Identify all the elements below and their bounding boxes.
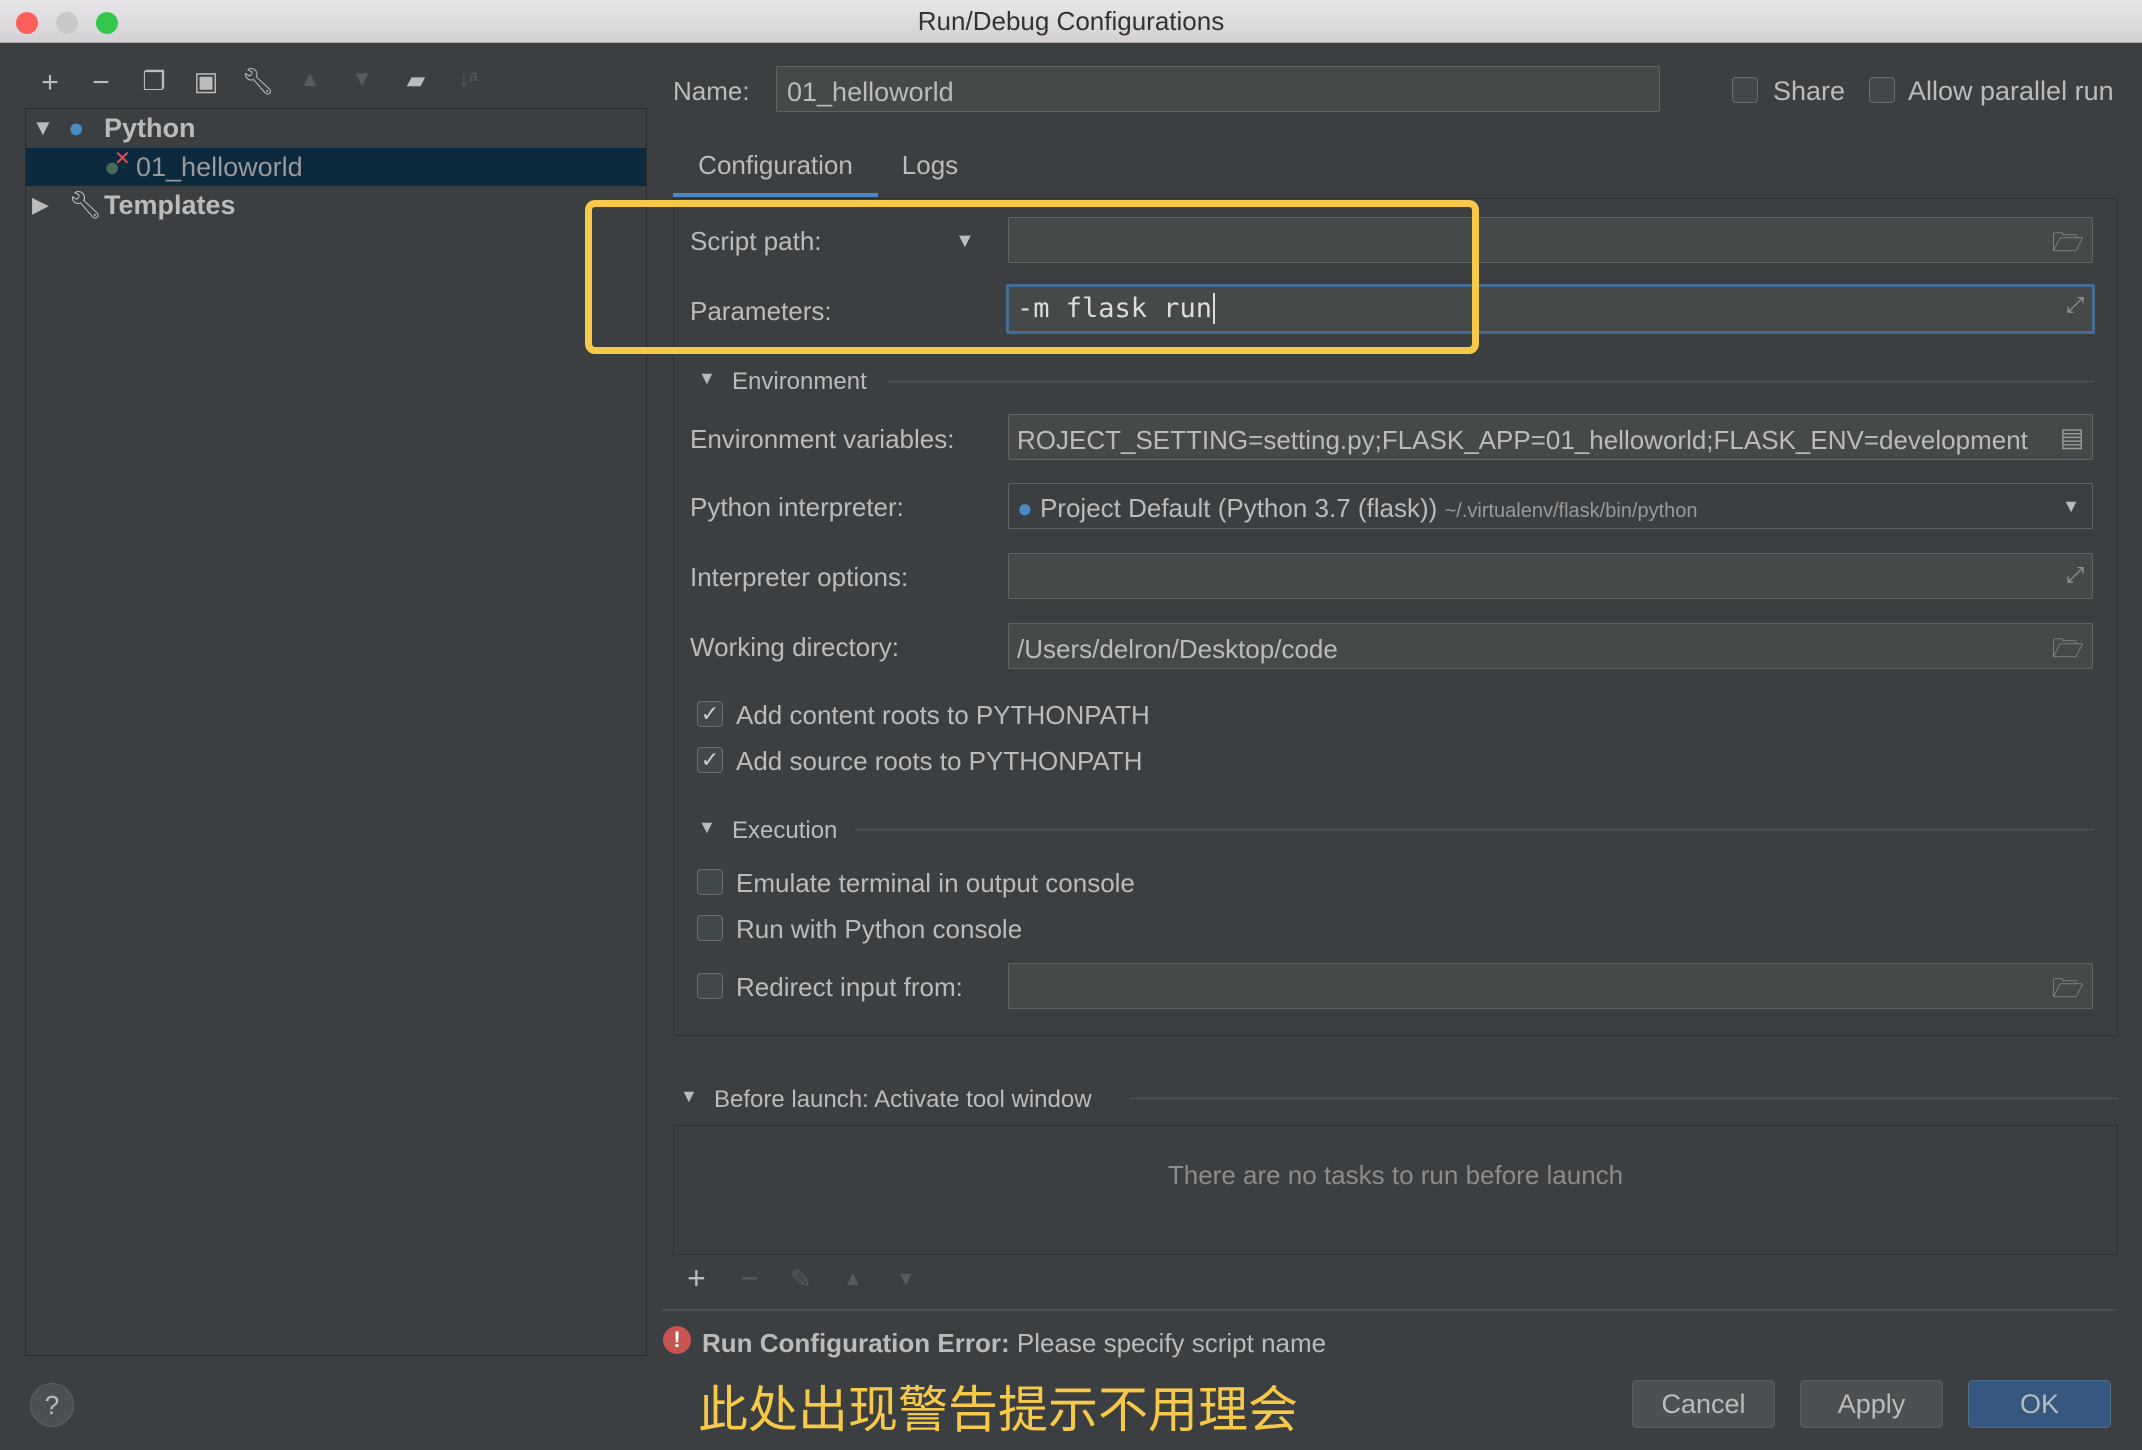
interpreter-path: ~/.virtualenv/flask/bin/python xyxy=(1444,500,1698,522)
allow-parallel-label: Allow parallel run xyxy=(1908,76,2114,106)
ok-button[interactable]: OK xyxy=(1968,1380,2111,1428)
edit-list-icon[interactable]: ▤ xyxy=(2052,415,2092,459)
folder-icon[interactable]: 🗁 xyxy=(2052,224,2084,268)
tab-logs[interactable]: Logs xyxy=(880,145,980,197)
folder-icon[interactable]: 🗁 xyxy=(2052,630,2084,674)
expand-icon[interactable]: ⤢ xyxy=(2066,562,2084,588)
wrench-icon[interactable]: 🔧︎ xyxy=(240,66,276,97)
interp-options-input[interactable]: ⤢ xyxy=(1008,553,2093,599)
expand-arrow-icon[interactable]: ▼ xyxy=(32,109,54,147)
env-vars-input[interactable]: ROJECT_SETTING=setting.py;FLASK_APP=01_h… xyxy=(1008,414,2093,460)
environment-section-header: Environment xyxy=(732,368,867,395)
tree-item-01-helloworld[interactable]: ● ✕ 01_helloworld xyxy=(26,148,646,186)
share-label: Share xyxy=(1773,76,1846,106)
python-error-icon: ● ✕ xyxy=(104,148,131,182)
minimize-window-button[interactable] xyxy=(56,12,78,34)
error-text: Please specify script name xyxy=(1016,1328,1327,1358)
interpreter-label: Python interpreter: xyxy=(690,492,904,522)
move-up-icon[interactable]: ▲ xyxy=(292,66,328,92)
annotation-text: 此处出现警告提示不用理会 xyxy=(698,1382,1298,1438)
python-icon: ● xyxy=(1017,493,1033,523)
remove-task-icon[interactable]: − xyxy=(740,1260,759,1297)
collapse-arrow-icon[interactable]: ▶ xyxy=(32,186,49,224)
close-window-button[interactable] xyxy=(16,12,38,34)
execution-collapse-icon[interactable]: ▼ xyxy=(698,817,716,838)
move-task-up-icon[interactable]: ▲ xyxy=(843,1268,863,1291)
allow-parallel-checkbox[interactable] xyxy=(1869,77,1895,103)
title-bar: Run/Debug Configurations xyxy=(0,0,2142,43)
interpreter-value: Project Default (Python 3.7 (flask)) xyxy=(1039,493,1438,523)
config-tree xyxy=(25,108,647,1356)
environment-collapse-icon[interactable]: ▼ xyxy=(698,368,716,389)
tab-label: Logs xyxy=(901,150,959,180)
python-console-checkbox[interactable] xyxy=(697,915,723,941)
apply-button[interactable]: Apply xyxy=(1800,1380,1943,1428)
tree-label: Templates xyxy=(104,190,236,220)
add-icon[interactable]: + xyxy=(32,66,68,100)
redirect-input-checkbox[interactable] xyxy=(697,973,723,999)
divider xyxy=(1130,1098,2118,1099)
redirect-input-field[interactable]: 🗁 xyxy=(1008,963,2093,1009)
move-down-icon[interactable]: ▼ xyxy=(344,66,380,92)
edit-task-icon[interactable]: ✎ xyxy=(790,1264,812,1295)
chevron-down-icon[interactable]: ▼ xyxy=(2062,496,2080,517)
before-launch-collapse-icon[interactable]: ▼ xyxy=(680,1086,698,1107)
new-folder-icon[interactable]: ▰ xyxy=(398,66,434,95)
folder-icon[interactable]: 🗁 xyxy=(2052,970,2084,1014)
divider xyxy=(855,829,2094,830)
highlight-box xyxy=(585,200,1479,354)
emulate-terminal-label: Emulate terminal in output console xyxy=(736,868,1135,898)
remove-icon[interactable]: − xyxy=(83,66,119,100)
wrench-icon: 🔧︎ xyxy=(68,190,103,220)
name-label: Name: xyxy=(673,76,750,106)
move-task-down-icon[interactable]: ▼ xyxy=(896,1268,916,1291)
env-vars-label: Environment variables: xyxy=(690,424,955,454)
help-button[interactable]: ? xyxy=(30,1383,74,1427)
share-checkbox[interactable] xyxy=(1732,77,1758,103)
window-title: Run/Debug Configurations xyxy=(917,6,1225,36)
redirect-input-label: Redirect input from: xyxy=(736,972,963,1002)
cancel-button[interactable]: Cancel xyxy=(1632,1380,1775,1428)
before-launch-task-list: There are no tasks to run before launch xyxy=(673,1125,2118,1255)
error-message: Run Configuration Error: Please specify … xyxy=(702,1328,1326,1359)
save-icon[interactable]: ▣ xyxy=(188,66,224,97)
working-dir-value: /Users/delron/Desktop/code xyxy=(1017,634,1338,664)
sort-icon[interactable]: ↓ᵃ xyxy=(450,66,486,92)
before-launch-header: Before launch: Activate tool window xyxy=(714,1086,1092,1113)
divider xyxy=(661,1309,2117,1311)
tab-label: Configuration xyxy=(698,150,853,180)
source-roots-checkbox[interactable]: ✓ xyxy=(697,747,723,773)
zoom-window-button[interactable] xyxy=(96,12,118,34)
expand-icon[interactable]: ⤢ xyxy=(2066,293,2084,318)
python-icon: ● xyxy=(68,113,85,143)
working-dir-label: Working directory: xyxy=(690,632,900,662)
error-title: Run Configuration Error: xyxy=(702,1328,1010,1358)
interp-options-label: Interpreter options: xyxy=(690,562,909,592)
execution-section-header: Execution xyxy=(732,817,838,844)
copy-icon[interactable]: ❐ xyxy=(136,66,172,97)
source-roots-label: Add source roots to PYTHONPATH xyxy=(736,746,1143,776)
tree-label: 01_helloworld xyxy=(136,152,303,182)
interpreter-dropdown[interactable]: ● Project Default (Python 3.7 (flask)) ~… xyxy=(1008,483,2093,529)
content-roots-checkbox[interactable]: ✓ xyxy=(697,701,723,727)
python-console-label: Run with Python console xyxy=(736,914,1023,944)
name-input[interactable]: 01_helloworld xyxy=(776,66,1660,112)
empty-tasks-message: There are no tasks to run before launch xyxy=(1167,1160,1624,1190)
working-dir-input[interactable]: /Users/delron/Desktop/code 🗁 xyxy=(1008,623,2093,669)
tree-item-templates[interactable]: ▶ 🔧︎ Templates xyxy=(26,186,646,224)
env-vars-value: ROJECT_SETTING=setting.py;FLASK_APP=01_h… xyxy=(1017,425,2028,455)
content-roots-label: Add content roots to PYTHONPATH xyxy=(736,700,1150,730)
emulate-terminal-checkbox[interactable] xyxy=(697,869,723,895)
divider xyxy=(888,381,2094,382)
error-icon: ! xyxy=(663,1326,691,1354)
tab-configuration[interactable]: Configuration xyxy=(673,145,878,197)
add-task-icon[interactable]: + xyxy=(687,1260,706,1297)
